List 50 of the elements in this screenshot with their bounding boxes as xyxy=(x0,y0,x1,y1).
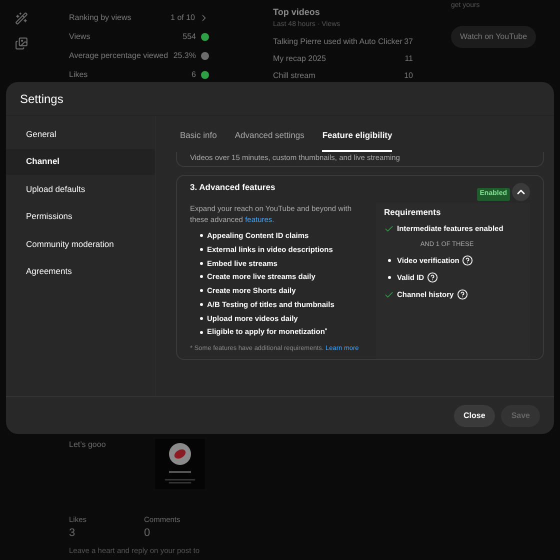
dialog-button[interactable]: Close xyxy=(454,404,496,426)
stat-value: 554 xyxy=(182,31,196,43)
bullet-icon xyxy=(200,234,203,238)
video-title[interactable]: Talking Pierre used with Auto Clicker xyxy=(273,36,404,48)
watch-button[interactable]: Watch on YouTube xyxy=(451,26,536,48)
stat-value: 25.3% xyxy=(173,50,196,62)
comments-count: 0 xyxy=(144,526,152,542)
media-library-icon[interactable] xyxy=(14,37,28,50)
stat-label: Average percentage viewed xyxy=(69,50,170,62)
nav-item[interactable]: Channel xyxy=(6,148,155,174)
magic-wand-icon[interactable] xyxy=(14,12,28,25)
requirements-title: Requirements xyxy=(384,206,442,219)
likes-count: 3 xyxy=(69,526,76,542)
post-text: Let’s gooo xyxy=(69,439,107,451)
bullet-icon xyxy=(200,330,203,334)
video-title[interactable]: Chill stream xyxy=(273,70,404,82)
help-icon[interactable] xyxy=(462,255,474,266)
bullet-icon xyxy=(388,276,390,279)
dialog-title: Settings xyxy=(6,82,554,116)
bullet-icon xyxy=(200,248,203,251)
check-icon xyxy=(384,224,394,234)
nav-item[interactable]: Agreements xyxy=(6,258,155,284)
video-views: 37 xyxy=(404,36,413,48)
collapse-button[interactable] xyxy=(512,183,530,201)
stat-value: 6 xyxy=(192,69,196,81)
stat-value: 1 of 10 xyxy=(170,12,195,24)
nav-item[interactable]: Upload defaults xyxy=(6,176,155,202)
nav-item[interactable]: Community moderation xyxy=(6,231,155,257)
nav-item[interactable]: Permissions xyxy=(6,204,155,230)
help-icon[interactable] xyxy=(456,289,468,300)
video-views: 10 xyxy=(404,70,413,82)
stat-label: Likes xyxy=(69,69,89,81)
help-icon[interactable] xyxy=(427,272,438,283)
bullet-icon xyxy=(200,303,203,306)
tab[interactable]: Feature eligibility xyxy=(322,129,392,152)
nav-item[interactable]: General xyxy=(6,121,155,147)
bullet-icon xyxy=(200,275,203,278)
bullet-icon xyxy=(388,259,390,262)
bullet-icon xyxy=(200,262,203,265)
section-title: Top videos xyxy=(273,6,321,19)
tab[interactable]: Advanced settings xyxy=(234,129,304,152)
video-views: 11 xyxy=(404,53,413,65)
bullet-icon xyxy=(200,289,203,292)
card-title: 3. Advanced features xyxy=(190,181,276,194)
bullet-icon xyxy=(200,316,203,320)
stat-label: Views xyxy=(69,31,92,43)
tab[interactable]: Basic info xyxy=(180,129,217,152)
stat-label: Ranking by views xyxy=(69,12,132,24)
video-title[interactable]: My recap 2025 xyxy=(273,53,405,65)
check-icon xyxy=(384,290,394,300)
